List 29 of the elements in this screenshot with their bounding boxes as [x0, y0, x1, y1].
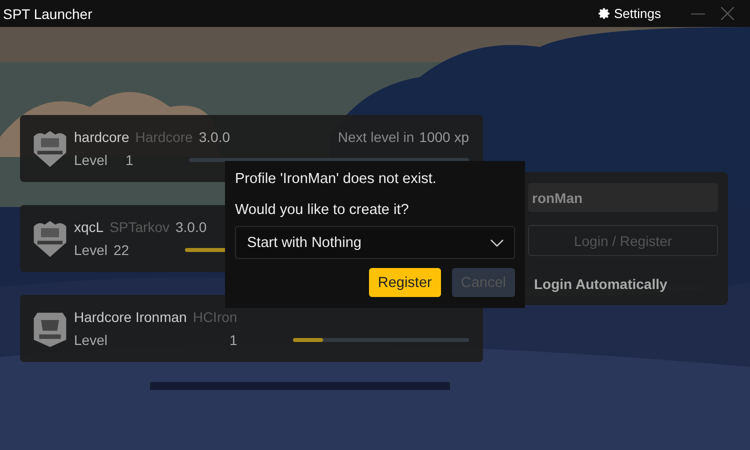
profile-name: xqcL — [74, 219, 104, 235]
next-level-label: Next level in — [338, 129, 414, 145]
profile-edition: Hardcore — [135, 129, 193, 145]
level-value: 22 — [113, 242, 130, 258]
profile-name: Hardcore Ironman — [74, 309, 187, 325]
dialog-question: Would you like to create it? — [235, 202, 410, 218]
register-button[interactable]: Register — [368, 268, 441, 297]
username-field[interactable]: ronMan — [528, 183, 718, 212]
shield-icon — [32, 218, 68, 258]
password-field[interactable]: Login / Register — [528, 225, 718, 256]
level-label: Level — [74, 332, 108, 348]
settings-button[interactable]: Settings — [596, 6, 663, 21]
close-icon[interactable] — [721, 7, 734, 20]
profile-edition: SPTarkov — [110, 219, 170, 235]
edition-dropdown[interactable]: Start with Nothing — [235, 226, 515, 259]
profile-version: 3.0.0 — [176, 219, 207, 235]
chevron-icon — [490, 238, 504, 246]
profile-name: hardcore — [74, 129, 130, 145]
level-label: Level — [74, 242, 108, 258]
shield-icon — [32, 128, 68, 168]
xp-value: 1000 xp — [419, 129, 469, 145]
settings-icon — [598, 7, 612, 20]
level-value: 1 — [125, 152, 134, 168]
auto-login-label: Login Automatically — [534, 276, 668, 292]
level-value: 1 — [229, 332, 238, 348]
window-title: SPT Launcher — [3, 6, 94, 22]
level-label: Level — [74, 152, 108, 168]
profile-edition: HCIron — [192, 309, 238, 325]
profile-version: 3.0.0 — [198, 129, 230, 145]
